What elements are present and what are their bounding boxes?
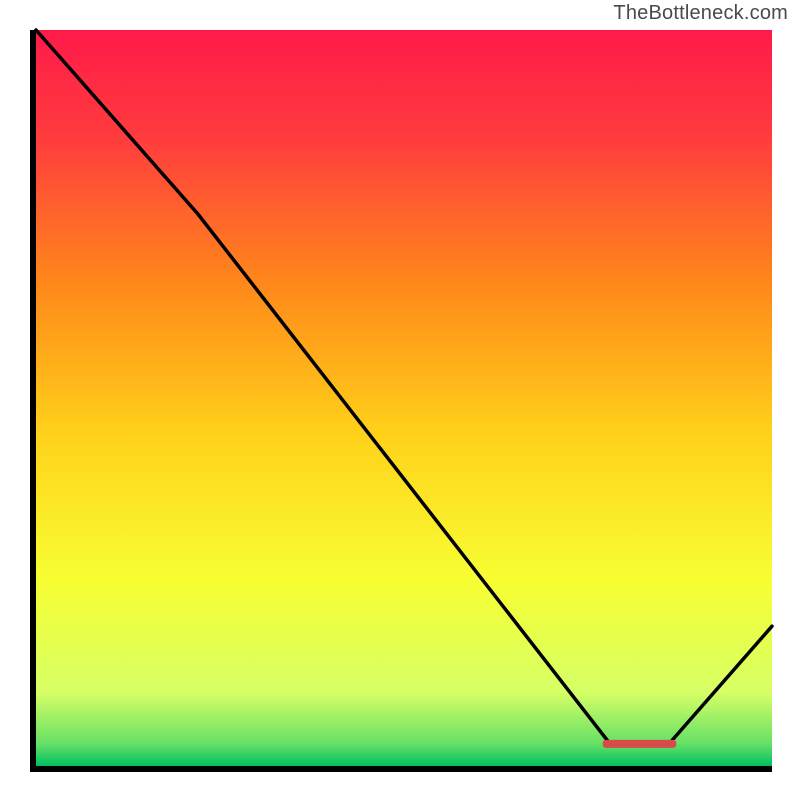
chart-canvas: TheBottleneck.com: [0, 0, 800, 800]
optimal-marker: [603, 740, 677, 748]
attribution-label: TheBottleneck.com: [613, 2, 788, 25]
heatmap-background: [36, 30, 772, 766]
plot-svg: [36, 30, 772, 766]
